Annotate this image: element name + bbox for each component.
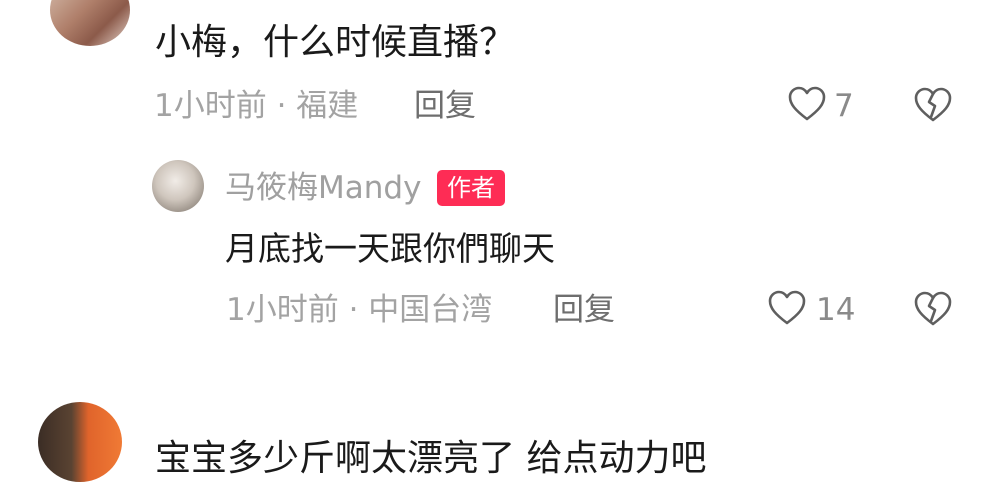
reply-button[interactable]: 回复 [414, 84, 476, 128]
author-name[interactable]: 马筱梅Mandy [225, 166, 421, 210]
comment-meta: 1小时前 · 中国台湾 [226, 292, 493, 328]
heart-outline-icon[interactable] [767, 287, 807, 331]
broken-heart-icon[interactable] [912, 84, 954, 126]
reply-button[interactable]: 回复 [553, 288, 615, 332]
heart-outline-icon[interactable] [787, 83, 827, 127]
author-avatar[interactable] [152, 160, 204, 212]
like-count: 7 [834, 88, 854, 124]
avatar[interactable] [38, 402, 122, 482]
like-count: 14 [816, 292, 856, 328]
comment-text: 月底找一天跟你們聊天 [225, 229, 555, 268]
avatar[interactable] [50, 0, 130, 46]
author-badge: 作者 [437, 170, 505, 206]
broken-heart-icon[interactable] [912, 288, 954, 330]
comment-text: 宝宝多少斤啊太漂亮了 给点动力吧 [155, 438, 707, 479]
comment-text: 小梅，什么时候直播？ [155, 22, 516, 63]
comment-meta: 1小时前 · 福建 [154, 88, 359, 124]
